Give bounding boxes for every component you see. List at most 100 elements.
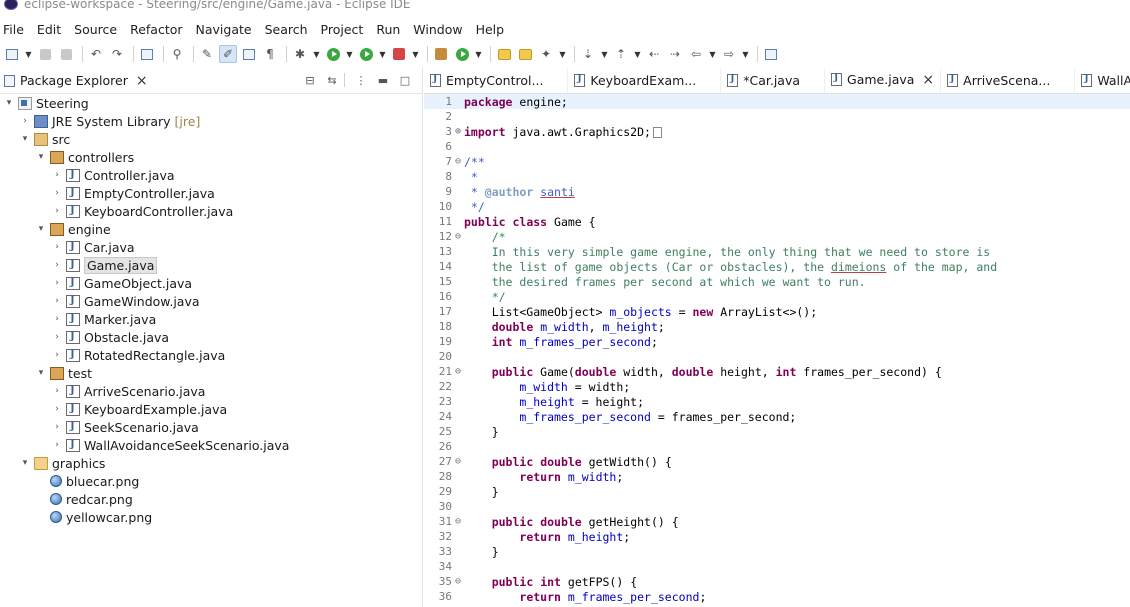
run-dropdown-icon[interactable]: ▼ — [345, 45, 354, 63]
chevron-right-icon[interactable]: › — [52, 242, 62, 252]
open-task-icon[interactable] — [495, 45, 513, 63]
editor-tab[interactable]: KeyboardExam... — [568, 68, 722, 93]
chevron-right-icon[interactable]: › — [52, 422, 62, 432]
chevron-down-icon[interactable]: ▾ — [36, 152, 46, 162]
tree-item[interactable]: › ArriveScenario.java — [0, 382, 422, 400]
tree-item[interactable]: › RotatedRectangle.java — [0, 346, 422, 364]
search-dropdown-icon[interactable]: ▼ — [558, 45, 567, 63]
new-java-package-icon[interactable] — [432, 45, 450, 63]
chevron-right-icon[interactable]: › — [52, 188, 62, 198]
editor-tab[interactable]: WallAvoidanc... — [1075, 68, 1130, 93]
tree-item[interactable]: bluecar.png — [0, 472, 422, 490]
tree-item[interactable]: › SeekScenario.java — [0, 418, 422, 436]
tree-item[interactable]: ▾ src — [0, 130, 422, 148]
terminal-icon[interactable] — [138, 45, 156, 63]
close-icon[interactable]: × — [136, 74, 148, 88]
new-dropdown-icon[interactable]: ▼ — [24, 45, 33, 63]
chevron-right-icon[interactable]: › — [52, 440, 62, 450]
forward-dropdown-icon[interactable]: ▼ — [741, 45, 750, 63]
open-type-icon[interactable]: ✎ — [198, 45, 216, 63]
fold-toggle-icon[interactable]: ⊖ — [452, 456, 464, 467]
tree-item[interactable]: ▾ controllers — [0, 148, 422, 166]
back-dropdown-icon[interactable]: ▼ — [708, 45, 717, 63]
forward-icon[interactable]: ⇨ — [720, 45, 738, 63]
menu-search[interactable]: Search — [261, 22, 314, 37]
tree-item[interactable]: yellowcar.png — [0, 508, 422, 526]
toggle-breakpoint-icon[interactable]: ⚲ — [168, 45, 186, 63]
external-tools-icon[interactable] — [390, 45, 408, 63]
fold-toggle-icon[interactable]: ⊖ — [452, 576, 464, 587]
fold-toggle-icon[interactable]: ⊖ — [452, 516, 464, 527]
menu-file[interactable]: File — [0, 22, 30, 37]
fold-toggle-icon[interactable]: ⊖ — [452, 231, 464, 242]
chevron-down-icon[interactable]: ▾ — [20, 458, 30, 468]
new-icon[interactable] — [3, 45, 21, 63]
chevron-right-icon[interactable]: › — [52, 296, 62, 306]
next-annotation-dropdown-icon[interactable]: ▼ — [600, 45, 609, 63]
close-icon[interactable]: × — [922, 73, 934, 87]
link-with-editor-icon[interactable]: ⇆ — [323, 72, 341, 88]
last-edit-icon[interactable]: ⇠ — [645, 45, 663, 63]
tree-item[interactable]: › Game.java — [0, 256, 422, 274]
run-coverage-icon[interactable] — [357, 45, 375, 63]
redo-icon[interactable]: ↷ — [108, 45, 126, 63]
fold-toggle-icon[interactable]: ⊖ — [452, 366, 464, 377]
tab-package-explorer[interactable]: Package Explorer × — [0, 68, 148, 94]
minimize-icon[interactable]: ▬ — [374, 72, 392, 88]
tree-item[interactable]: ▾ Steering — [0, 94, 422, 112]
tree-item[interactable]: › GameWindow.java — [0, 292, 422, 310]
save-all-icon[interactable] — [57, 45, 75, 63]
back-icon[interactable]: ⇦ — [687, 45, 705, 63]
chevron-down-icon[interactable]: ▾ — [20, 134, 30, 144]
chevron-right-icon[interactable]: › — [52, 386, 62, 396]
run-icon[interactable] — [324, 45, 342, 63]
chevron-right-icon[interactable]: › — [20, 116, 30, 126]
code-editor[interactable]: 1 package engine; 2 3 ⊕ import java.awt.Graph… — [424, 94, 1130, 607]
collapse-all-icon[interactable]: ⊟ — [301, 72, 319, 88]
next-annotation-icon[interactable]: ⇣ — [579, 45, 597, 63]
menu-navigate[interactable]: Navigate — [192, 22, 258, 37]
tree-item[interactable]: › Marker.java — [0, 310, 422, 328]
new-class-dropdown-icon[interactable]: ▼ — [474, 45, 483, 63]
tree-item[interactable]: ▾ test — [0, 364, 422, 382]
chevron-right-icon[interactable]: › — [52, 314, 62, 324]
editor-tab[interactable]: EmptyControl... — [424, 68, 569, 93]
menu-source[interactable]: Source — [70, 22, 123, 37]
mark-occurrences-icon[interactable]: ✐ — [219, 45, 237, 63]
show-whitespace-icon[interactable]: ¶ — [261, 45, 279, 63]
coverage-dropdown-icon[interactable]: ▼ — [378, 45, 387, 63]
tree-item[interactable]: › KeyboardExample.java — [0, 400, 422, 418]
chevron-right-icon[interactable]: › — [52, 278, 62, 288]
tree-item[interactable]: › EmptyController.java — [0, 184, 422, 202]
tree-item[interactable]: › Car.java — [0, 238, 422, 256]
debug-dropdown-icon[interactable]: ▼ — [312, 45, 321, 63]
chevron-right-icon[interactable]: › — [52, 350, 62, 360]
menu-window[interactable]: Window — [409, 22, 468, 37]
chevron-down-icon[interactable]: ▾ — [36, 224, 46, 234]
undo-icon[interactable]: ↶ — [87, 45, 105, 63]
editor-tab[interactable]: *Car.java — [721, 68, 826, 93]
tree-item[interactable]: › KeyboardController.java — [0, 202, 422, 220]
maximize-icon[interactable]: □ — [396, 72, 414, 88]
previous-annotation-icon[interactable]: ⇡ — [612, 45, 630, 63]
previous-annotation-dropdown-icon[interactable]: ▼ — [633, 45, 642, 63]
chevron-right-icon[interactable]: › — [52, 332, 62, 342]
debug-icon[interactable]: ✱ — [291, 45, 309, 63]
editor-tab[interactable]: ArriveScena... — [941, 68, 1076, 93]
fold-toggle-icon[interactable]: ⊕ — [452, 126, 464, 137]
tree-item[interactable]: redcar.png — [0, 490, 422, 508]
chevron-right-icon[interactable]: › — [52, 206, 62, 216]
menu-edit[interactable]: Edit — [33, 22, 67, 37]
menu-refactor[interactable]: Refactor — [126, 22, 188, 37]
tree-item[interactable]: › GameObject.java — [0, 274, 422, 292]
tree-item[interactable]: ▾ graphics — [0, 454, 422, 472]
tree-item[interactable]: ▾ engine — [0, 220, 422, 238]
view-menu-icon[interactable]: ⋮ — [352, 72, 370, 88]
show-block-icon[interactable] — [240, 45, 258, 63]
chevron-right-icon[interactable]: › — [52, 404, 62, 414]
chevron-right-icon[interactable]: › — [52, 170, 62, 180]
new-java-class-icon[interactable] — [453, 45, 471, 63]
menu-project[interactable]: Project — [317, 22, 370, 37]
menu-run[interactable]: Run — [372, 22, 406, 37]
search-icon[interactable]: ✦ — [537, 45, 555, 63]
